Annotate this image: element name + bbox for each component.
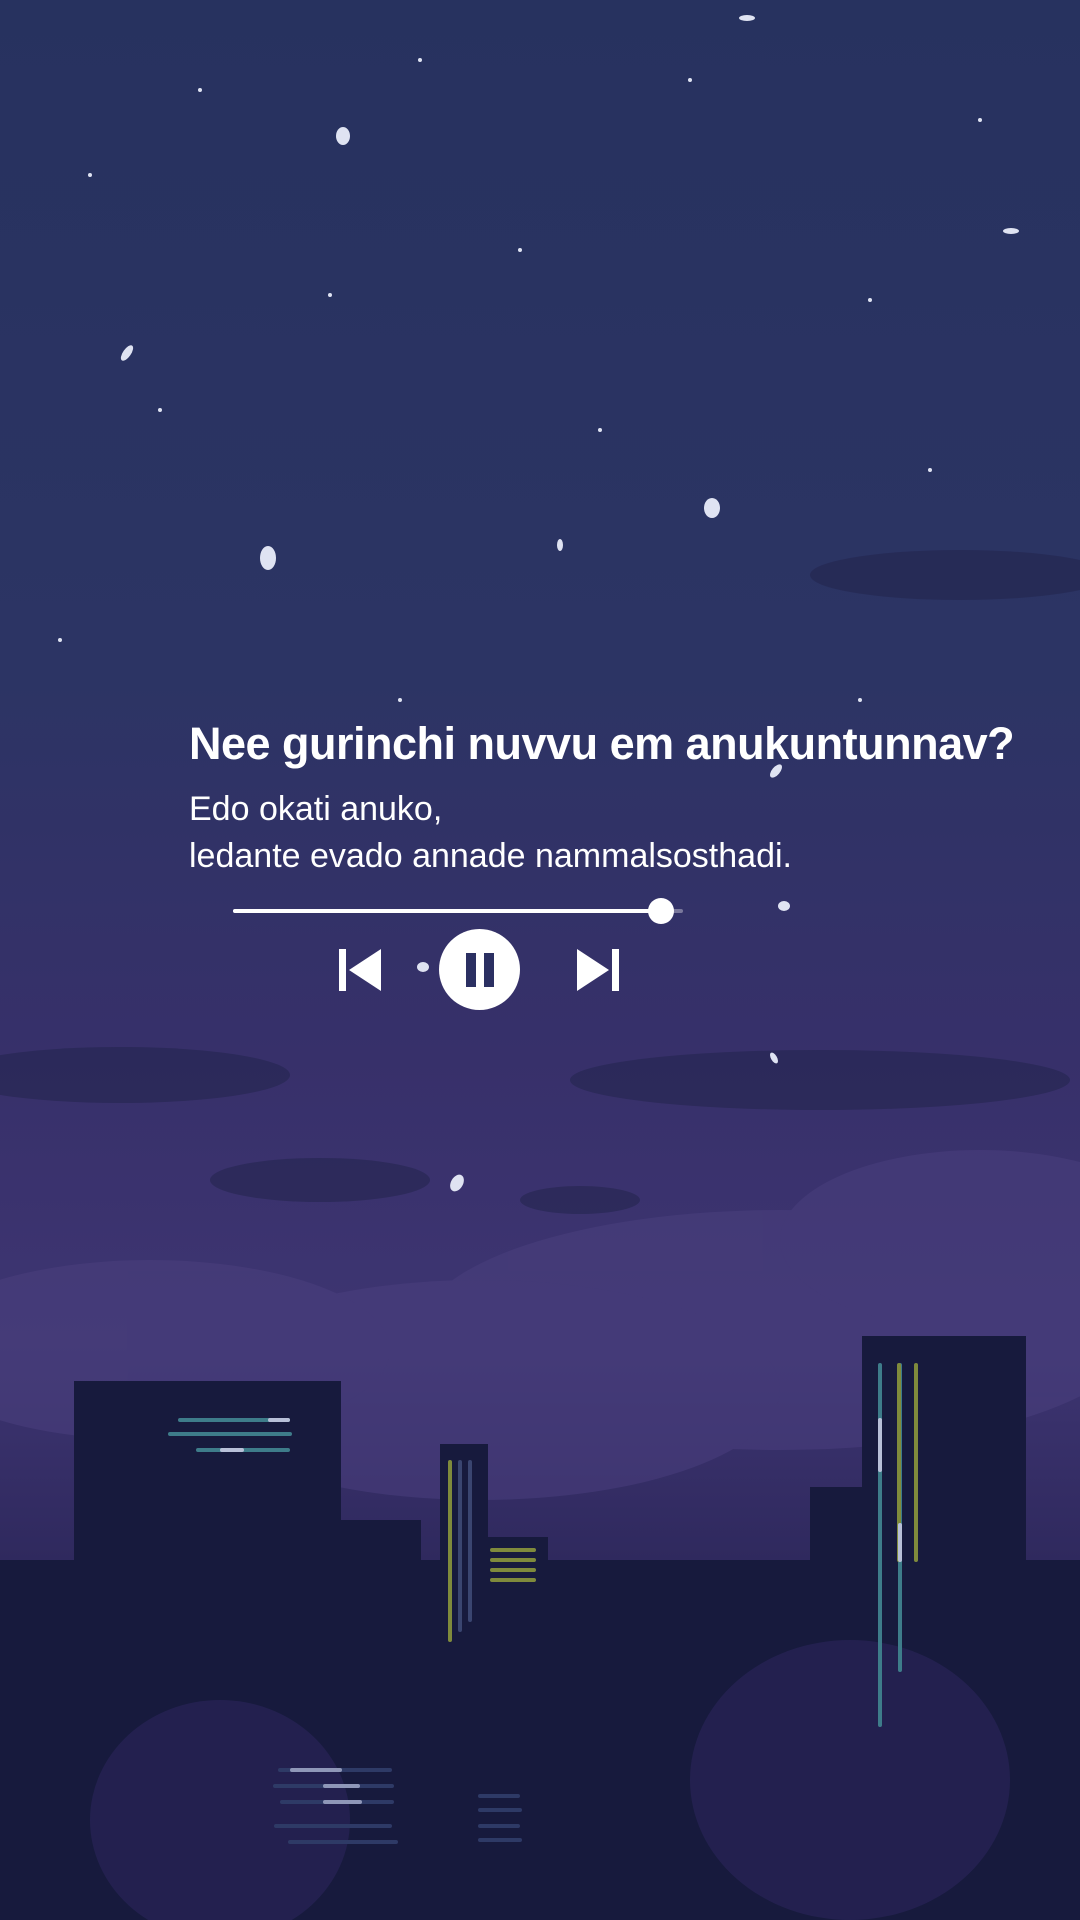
song-title: Nee gurinchi nuvvu em anukuntunnav? [189,718,1015,769]
skip-next-icon [577,949,619,991]
lyric-line-2: ledante evado annade nammalsosthadi. [189,837,792,875]
previous-button[interactable] [332,942,388,998]
progress-slider[interactable] [233,898,683,924]
pause-button[interactable] [439,929,520,1010]
pause-icon [465,952,494,987]
next-button[interactable] [570,942,626,998]
progress-fill [233,909,661,913]
night-city-background [0,15,1080,1920]
skip-previous-icon [339,949,381,991]
stars [58,15,1019,1192]
dark-cloud-streaks [0,550,1080,1214]
progress-thumb[interactable] [647,898,674,924]
lyric-line-1: Edo okati anuko, [189,790,443,828]
